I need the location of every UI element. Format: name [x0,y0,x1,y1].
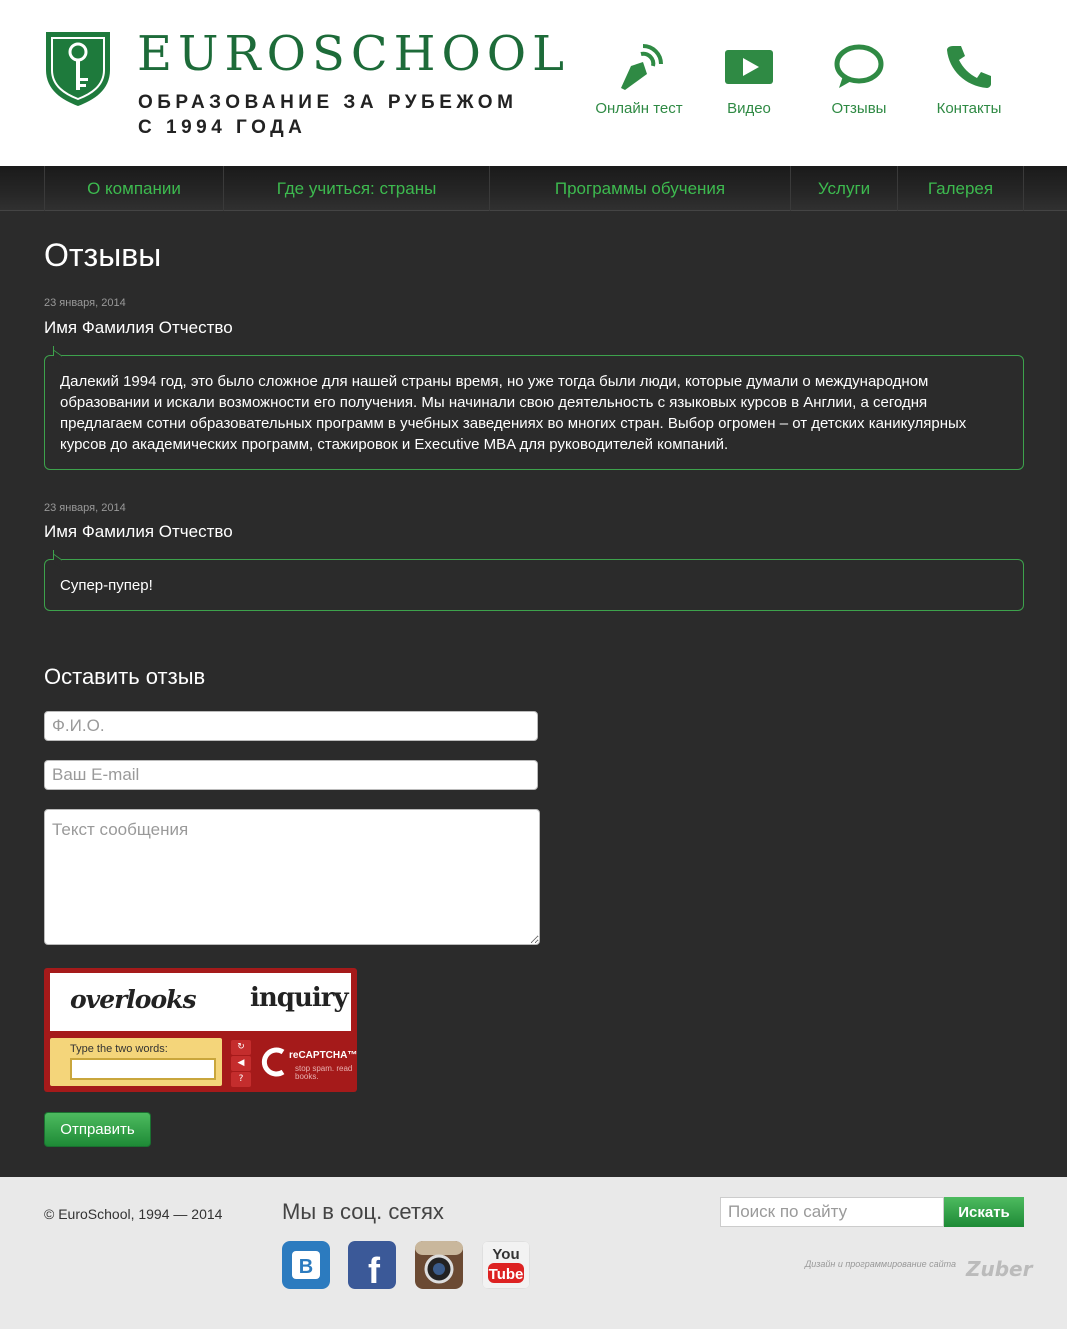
developer-logo[interactable]: Zuber [966,1257,1032,1281]
captcha-input[interactable] [70,1058,216,1080]
vkontakte-icon[interactable]: B [282,1241,330,1289]
copyright: © EuroSchool, 1994 — 2014 [44,1206,223,1222]
review-date: 23 января, 2014 [44,297,126,309]
email-field[interactable] [44,760,538,790]
site-header: EUROSCHOOL ОБРАЗОВАНИЕ ЗА РУБЕЖОМ С 1994… [0,0,1067,166]
facebook-icon[interactable]: f [348,1241,396,1289]
captcha-image: overlooks inquiry [50,973,351,1031]
quick-link-label: Контакты [936,100,1002,117]
nav-item-about[interactable]: О компании [45,166,224,211]
recaptcha-arrow-icon [261,1047,285,1077]
message-field[interactable] [44,809,540,945]
main-nav: О компании Где учиться: страны Программы… [0,166,1067,211]
quick-link-label: Отзывы [831,100,887,117]
developer-credit: Дизайн и программирование сайта [804,1259,956,1269]
site-footer: © EuroSchool, 1994 — 2014 Мы в соц. сетя… [0,1177,1067,1329]
quick-link-online-test[interactable]: Онлайн тест [584,40,694,117]
search-button[interactable]: Искать [944,1197,1024,1227]
quick-link-reviews[interactable]: Отзывы [804,40,914,117]
video-play-icon [725,50,773,84]
logo-title[interactable]: EUROSCHOOL [137,26,570,82]
page-title: Отзывы [44,237,162,273]
speech-bubble-icon [834,44,884,88]
review-text: Супер-пупер! [44,550,1024,611]
youtube-icon[interactable]: You Tube [482,1241,530,1289]
captcha-word-2: inquiry [250,983,349,1013]
quick-link-label: Онлайн тест [595,100,683,117]
instagram-icon[interactable] [415,1241,463,1289]
review-author: Имя Фамилия Отчество [44,522,233,541]
logo-subtitle: ОБРАЗОВАНИЕ ЗА РУБЕЖОМ С 1994 ГОДА [138,92,518,138]
help-icon[interactable]: ? [231,1072,251,1087]
name-field[interactable] [44,711,538,741]
nav-item-gallery[interactable]: Галерея [898,166,1024,211]
recaptcha-brand: reCAPTCHA™ [289,1050,358,1061]
nav-item-programs[interactable]: Программы обучения [490,166,791,211]
captcha-word-1: overlooks [70,985,197,1014]
nav-item-services[interactable]: Услуги [791,166,898,211]
audio-icon[interactable]: ◀ [231,1056,251,1071]
recaptcha-tagline: stop spam. read books. [295,1064,353,1081]
svg-text:You: You [492,1246,519,1263]
form-title: Оставить отзыв [44,664,206,689]
pen-signal-icon [621,44,663,90]
svg-text:B: B [299,1256,313,1278]
social-title: Мы в соц. сетях [282,1199,444,1224]
review-date: 23 января, 2014 [44,502,126,514]
quick-link-label: Видео [727,100,771,117]
refresh-icon[interactable]: ↻ [231,1040,251,1055]
search-input[interactable] [720,1197,944,1227]
captcha-widget: overlooks inquiry Type the two words: ↻ … [44,968,357,1092]
recaptcha-logo: reCAPTCHA™ stop spam. read books. [259,1040,357,1086]
review-author: Имя Фамилия Отчество [44,318,233,337]
phone-icon [947,46,991,88]
logo-shield-icon[interactable] [44,30,112,108]
review-text: Далекий 1994 год, это было сложное для н… [44,346,1024,470]
nav-item-countries[interactable]: Где учиться: страны [224,166,490,211]
quick-link-contacts[interactable]: Контакты [914,40,1024,117]
captcha-prompt: Type the two words: [70,1043,168,1055]
svg-text:f: f [368,1250,381,1289]
submit-button[interactable]: Отправить [44,1112,151,1147]
captcha-input-area: Type the two words: [50,1038,222,1086]
quick-link-video[interactable]: Видео [694,40,804,117]
svg-text:Tube: Tube [489,1266,524,1283]
